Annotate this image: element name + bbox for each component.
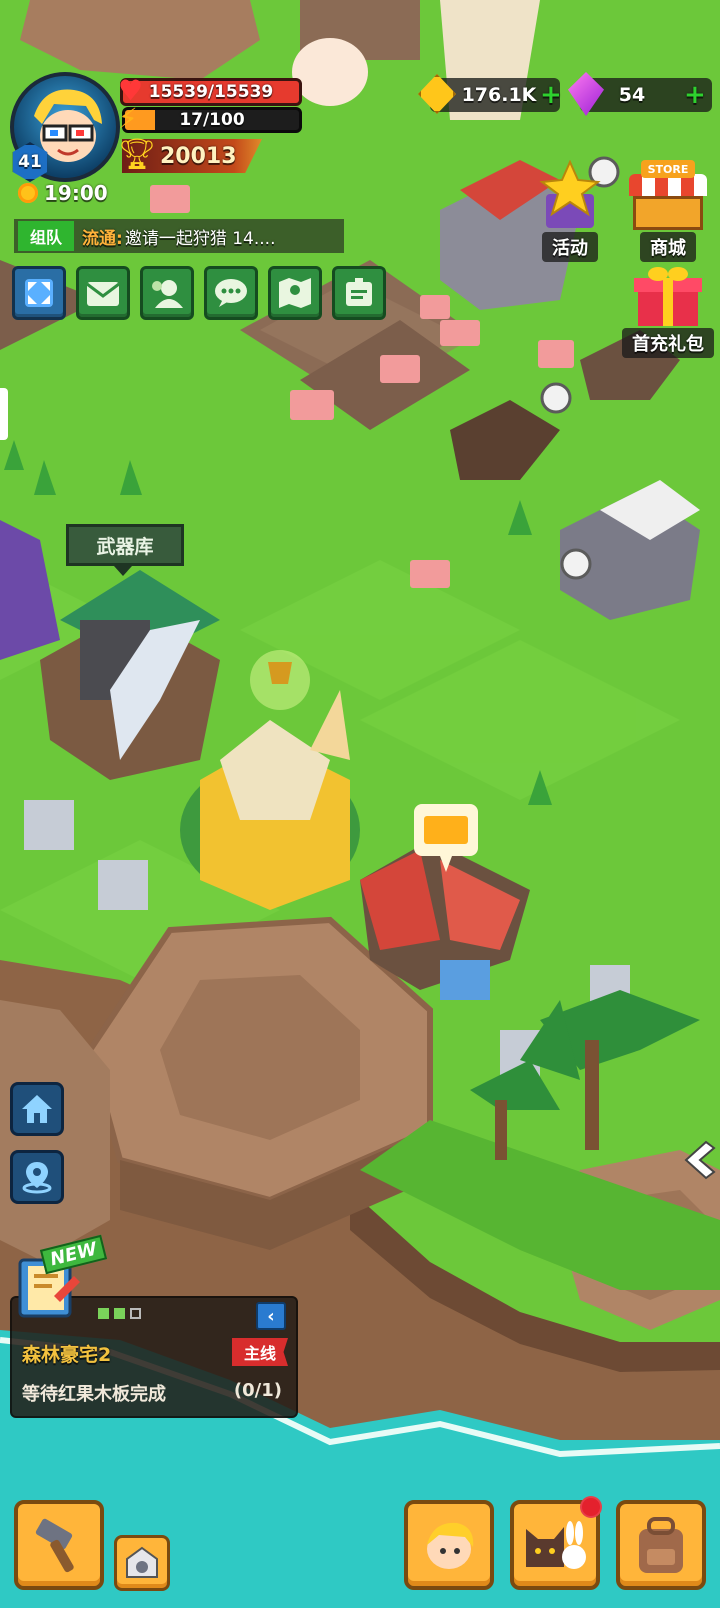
trophy-icon: 🏆︎ xyxy=(118,137,157,172)
store-sign: STORE xyxy=(641,160,695,178)
quest-book-button[interactable]: NEW xyxy=(14,1234,108,1320)
game-clock: 19:00 xyxy=(18,178,108,208)
star-trophy-icon xyxy=(539,160,601,228)
fullscreen-button[interactable] xyxy=(12,266,66,320)
quest-title: 森林豪宅2 xyxy=(22,1344,112,1366)
expand-side-button[interactable] xyxy=(680,1138,716,1182)
chevron-left-icon: ‹ xyxy=(267,1305,275,1327)
id-card-button[interactable] xyxy=(332,266,386,320)
side-drawer-tab[interactable] xyxy=(0,388,8,440)
quest-page-dots xyxy=(98,1308,141,1319)
quest-progress: (0/1) xyxy=(233,1380,282,1401)
backpack-icon xyxy=(639,1517,683,1573)
time-text: 19:00 xyxy=(44,181,108,205)
activity-label: 活动 xyxy=(542,232,598,262)
map-icon xyxy=(279,278,311,308)
page-dot xyxy=(114,1308,125,1319)
chat-button[interactable] xyxy=(204,266,258,320)
speech-bubble-icon xyxy=(215,279,247,307)
main-quest-tag: 主线 xyxy=(231,1338,288,1366)
chat-channel: 流通: xyxy=(82,228,123,249)
chat-message: 邀请一起狩猎 14.... xyxy=(124,228,276,249)
mail-button[interactable] xyxy=(76,266,130,320)
activity-button[interactable]: 活动 xyxy=(522,160,618,262)
location-button[interactable] xyxy=(10,1150,64,1204)
location-pin-icon xyxy=(22,1162,52,1194)
notification-dot xyxy=(580,1496,602,1518)
quest-description: 等待红果木板完成 xyxy=(22,1384,166,1405)
collapse-quest-button[interactable]: ‹ xyxy=(256,1302,286,1330)
backpack-button[interactable] xyxy=(616,1500,706,1590)
home-icon xyxy=(22,1095,52,1123)
hero-button[interactable] xyxy=(404,1500,494,1590)
building-gear-icon xyxy=(126,1546,158,1578)
hammer-icon xyxy=(35,1518,74,1573)
page-dot xyxy=(98,1308,109,1319)
store-label: 商城 xyxy=(640,232,696,262)
sun-icon xyxy=(18,183,38,203)
store-icon: STORE xyxy=(625,160,711,232)
mail-icon xyxy=(86,282,120,306)
stamina-label: 17/100 xyxy=(179,110,245,130)
feature-icon-row xyxy=(12,266,386,320)
badge-icon xyxy=(346,278,372,306)
first-recharge-pack-button[interactable]: 首充礼包 xyxy=(618,264,718,358)
gold-amount: 176.1K xyxy=(461,84,537,106)
pets-button[interactable] xyxy=(510,1496,602,1590)
stamina-bar[interactable]: 17/100 xyxy=(122,107,302,133)
cat-rabbit-icon xyxy=(526,1521,586,1569)
chevron-left-icon xyxy=(684,1140,716,1180)
home-button[interactable] xyxy=(10,1082,64,1136)
friends-button[interactable] xyxy=(140,266,194,320)
hero-face-icon xyxy=(427,1522,474,1569)
team-tag[interactable]: 组队 xyxy=(18,221,75,251)
friends-icon xyxy=(152,280,183,308)
weapon-library-sign[interactable]: 武器库 xyxy=(66,524,184,566)
page-dot xyxy=(130,1308,141,1319)
sign-pointer xyxy=(114,566,132,576)
build-button[interactable] xyxy=(14,1500,104,1590)
add-gems-button[interactable]: + xyxy=(684,82,706,108)
map-button[interactable] xyxy=(268,266,322,320)
add-gold-button[interactable]: + xyxy=(540,82,562,108)
expand-arrows-icon xyxy=(25,279,53,307)
first-pack-label: 首充礼包 xyxy=(622,328,714,358)
lightning-icon: ⚡ xyxy=(118,102,138,135)
gift-box-icon xyxy=(634,267,702,326)
base-settings-button[interactable] xyxy=(114,1535,170,1591)
store-button[interactable]: STORE 商城 xyxy=(620,160,716,262)
chat-bar[interactable]: 组队 流通: 邀请一起狩猎 14.... xyxy=(14,219,344,253)
